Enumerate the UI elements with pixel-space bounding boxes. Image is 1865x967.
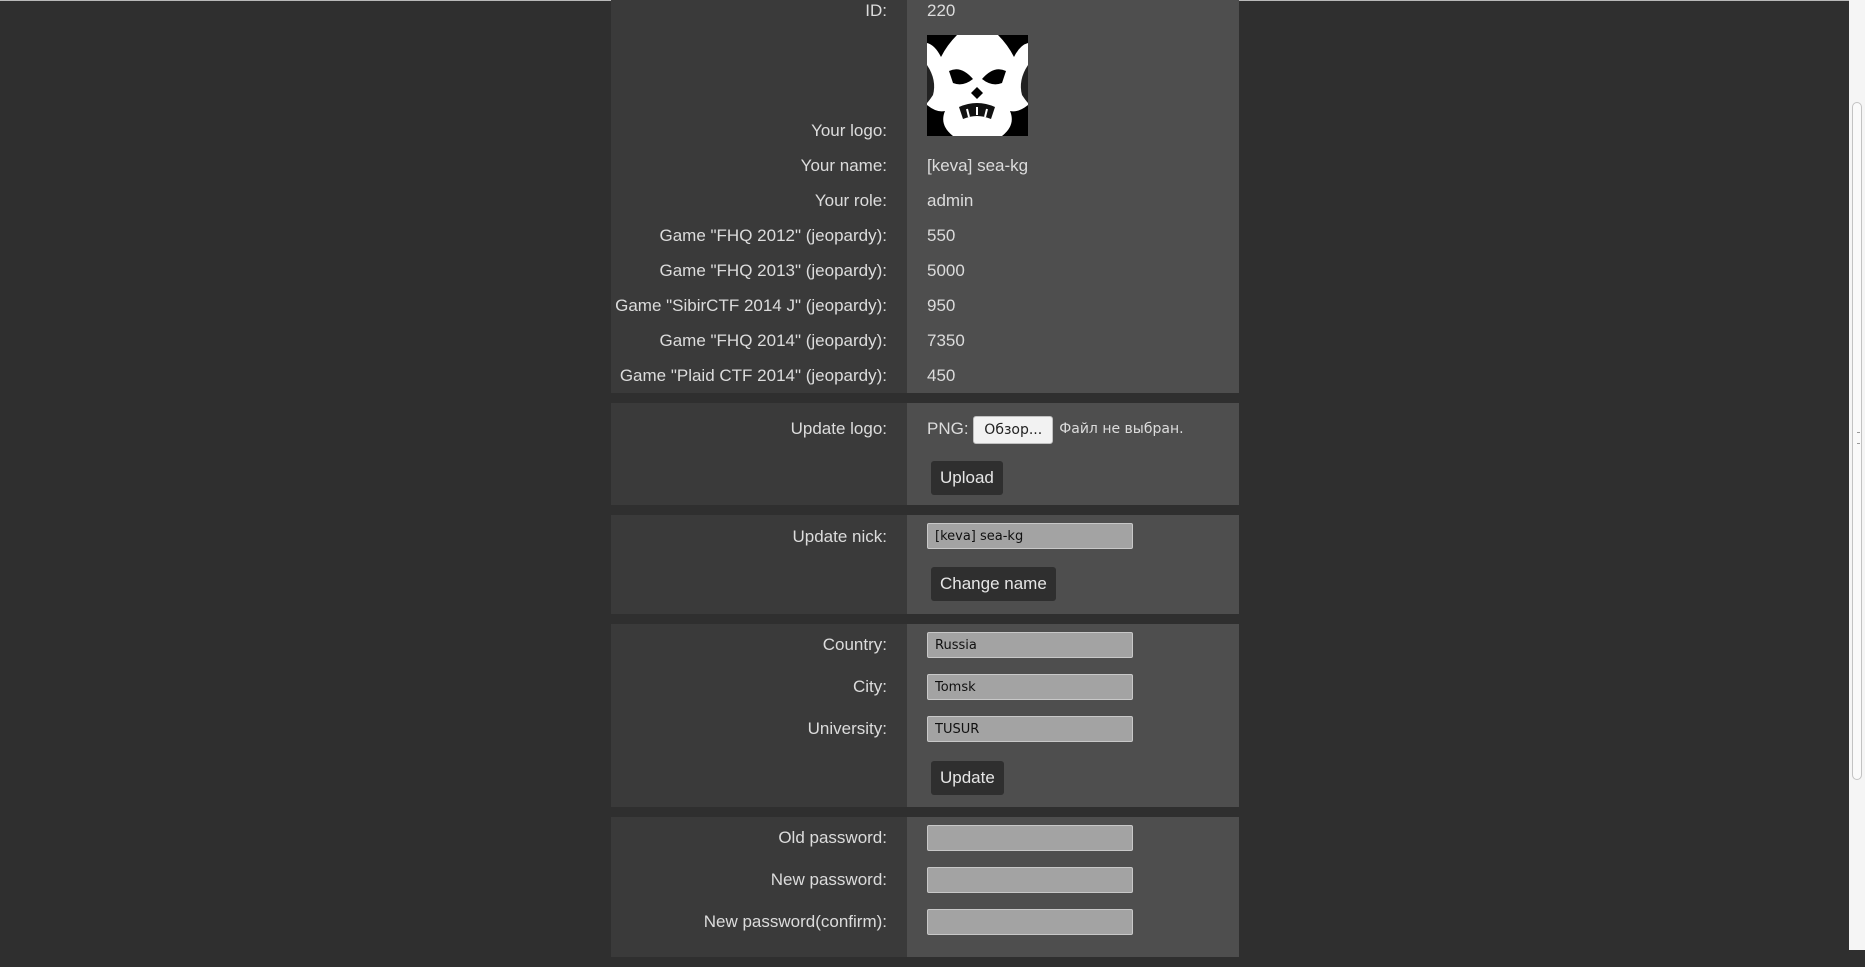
country-input[interactable] <box>927 632 1133 658</box>
game-label: Game "SibirCTF 2014 J" (jeopardy): <box>615 296 887 315</box>
id-value: 220 <box>927 1 956 20</box>
update-nick-block: Update nick: Change name <box>611 515 1239 614</box>
file-status-text: Файл не выбран. <box>1059 421 1184 438</box>
city-input[interactable] <box>927 674 1133 700</box>
update-logo-block: Update logo: PNG: Обзор... Файл не выбран… <box>611 403 1239 505</box>
new-password-row: New password: <box>611 862 1239 897</box>
logo-label: Your logo: <box>811 121 887 140</box>
game-row: Game "FHQ 2013" (jeopardy): 5000 <box>611 253 1239 288</box>
scrollbar-grip-icon <box>1857 432 1860 444</box>
name-value: [keva] sea-kg <box>927 156 1029 175</box>
role-value: admin <box>927 191 974 210</box>
id-row: ID: 220 <box>611 0 1239 28</box>
game-score: 450 <box>927 366 956 385</box>
update-nick-row: Update nick: <box>611 519 1239 554</box>
role-row: Your role: admin <box>611 183 1239 218</box>
country-row: Country: <box>611 627 1239 662</box>
location-block: Country: City: University: Update <box>611 624 1239 807</box>
university-input[interactable] <box>927 716 1133 742</box>
old-password-input[interactable] <box>927 825 1133 851</box>
game-row: Game "Plaid CTF 2014" (jeopardy): 450 <box>611 358 1239 393</box>
update-location-button[interactable]: Update <box>931 761 1004 795</box>
game-row: Game "SibirCTF 2014 J" (jeopardy): 950 <box>611 288 1239 323</box>
game-score: 7350 <box>927 331 965 350</box>
logo-upload-field: PNG: Обзор... Файл не выбран. <box>907 411 1184 447</box>
name-row: Your name: [keva] sea-kg <box>611 148 1239 183</box>
game-label: Game "FHQ 2014" (jeopardy): <box>659 331 888 350</box>
game-score: 5000 <box>927 261 965 280</box>
game-label: Game "Plaid CTF 2014" (jeopardy): <box>619 366 887 385</box>
game-row: Game "FHQ 2014" (jeopardy): 7350 <box>611 323 1239 358</box>
country-label: Country: <box>822 635 887 654</box>
upload-button[interactable]: Upload <box>931 461 1003 495</box>
old-password-row: Old password: <box>611 820 1239 855</box>
profile-page: ID: 220 Your logo: Your name: [keva] sea… <box>611 0 1239 967</box>
change-name-button[interactable]: Change name <box>931 567 1056 601</box>
old-password-label: Old password: <box>778 828 887 847</box>
new-password-label: New password: <box>770 870 887 889</box>
game-label: Game "FHQ 2013" (jeopardy): <box>659 261 888 280</box>
new-password-input[interactable] <box>927 867 1133 893</box>
game-score: 950 <box>927 296 956 315</box>
confirm-password-label: New password(confirm): <box>703 912 887 931</box>
png-format-label: PNG: <box>927 419 969 438</box>
game-label: Game "FHQ 2012" (jeopardy): <box>659 226 888 245</box>
university-label: University: <box>807 719 887 738</box>
id-label: ID: <box>865 1 887 20</box>
confirm-password-row: New password(confirm): <box>611 904 1239 939</box>
logo-row: Your logo: <box>611 113 1239 148</box>
nick-input[interactable] <box>927 523 1133 549</box>
city-label: City: <box>853 677 887 696</box>
name-label: Your name: <box>800 156 887 175</box>
role-label: Your role: <box>814 191 887 210</box>
city-row: City: <box>611 669 1239 704</box>
confirm-password-input[interactable] <box>927 909 1133 935</box>
vertical-scrollbar[interactable] <box>1849 0 1865 950</box>
update-logo-row: Update logo: PNG: Обзор... Файл не выбран… <box>611 411 1239 447</box>
update-logo-label: Update logo: <box>790 419 887 438</box>
update-nick-label: Update nick: <box>792 527 888 546</box>
game-row: Game "FHQ 2012" (jeopardy): 550 <box>611 218 1239 253</box>
university-row: University: <box>611 711 1239 746</box>
browse-file-button[interactable]: Обзор... <box>973 415 1054 444</box>
game-score: 550 <box>927 226 956 245</box>
profile-info-block: ID: 220 Your logo: Your name: [keva] sea… <box>611 0 1239 393</box>
password-block: Old password: New password: New password… <box>611 817 1239 957</box>
